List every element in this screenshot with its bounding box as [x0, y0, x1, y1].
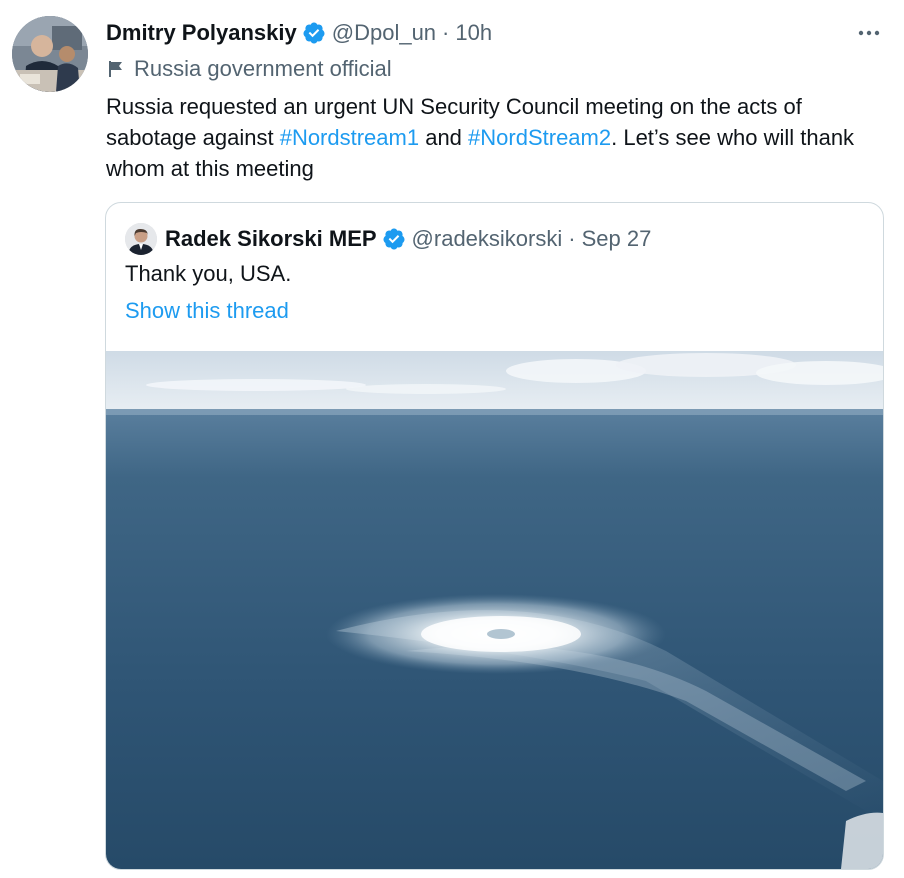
quoted-tweet-header: Radek Sikorski MEP @radeksikorski · Sep …	[125, 223, 651, 255]
separator-dot: ·	[568, 226, 576, 251]
tweet-time[interactable]: 10h	[455, 20, 492, 46]
quoted-author-avatar	[125, 223, 157, 255]
tweet-text: Russia requested an urgent UN Security C…	[106, 91, 866, 184]
gas-leak-sea-photo[interactable]	[106, 351, 883, 869]
show-thread-link[interactable]: Show this thread	[125, 298, 289, 324]
author-avatar[interactable]	[12, 16, 88, 92]
quoted-tweet-time[interactable]: Sep 27	[582, 226, 652, 252]
hashtag-nordstream2[interactable]: #NordStream2	[468, 125, 611, 150]
quoted-author-name[interactable]: Radek Sikorski MEP	[165, 226, 377, 252]
tweet-card[interactable]: Dmitry Polyanskiy @Dpol_un · 10h Russia …	[0, 0, 904, 878]
author-handle[interactable]: @Dpol_un	[332, 20, 436, 46]
tweet-header: Dmitry Polyanskiy @Dpol_un · 10h	[106, 18, 492, 48]
flag-icon	[109, 61, 122, 77]
verified-badge-icon	[383, 228, 405, 250]
government-label[interactable]: Russia government official	[106, 56, 392, 82]
quoted-author-handle[interactable]: @radeksikorski	[412, 226, 563, 252]
separator-dot: ·	[442, 20, 450, 45]
quoted-tweet-text: Thank you, USA.	[125, 261, 292, 286]
hashtag-nordstream1[interactable]: #Nordstream1	[280, 125, 419, 150]
government-label-text: Russia government official	[134, 56, 392, 81]
tweet-text-part: and	[419, 125, 469, 150]
verified-badge-icon	[303, 22, 325, 44]
quoted-tweet[interactable]: Radek Sikorski MEP @radeksikorski · Sep …	[105, 202, 884, 870]
author-name[interactable]: Dmitry Polyanskiy	[106, 20, 297, 46]
quoted-author-avatar-image	[125, 223, 157, 255]
author-avatar-image	[12, 16, 88, 92]
more-options-icon[interactable]	[856, 20, 882, 46]
